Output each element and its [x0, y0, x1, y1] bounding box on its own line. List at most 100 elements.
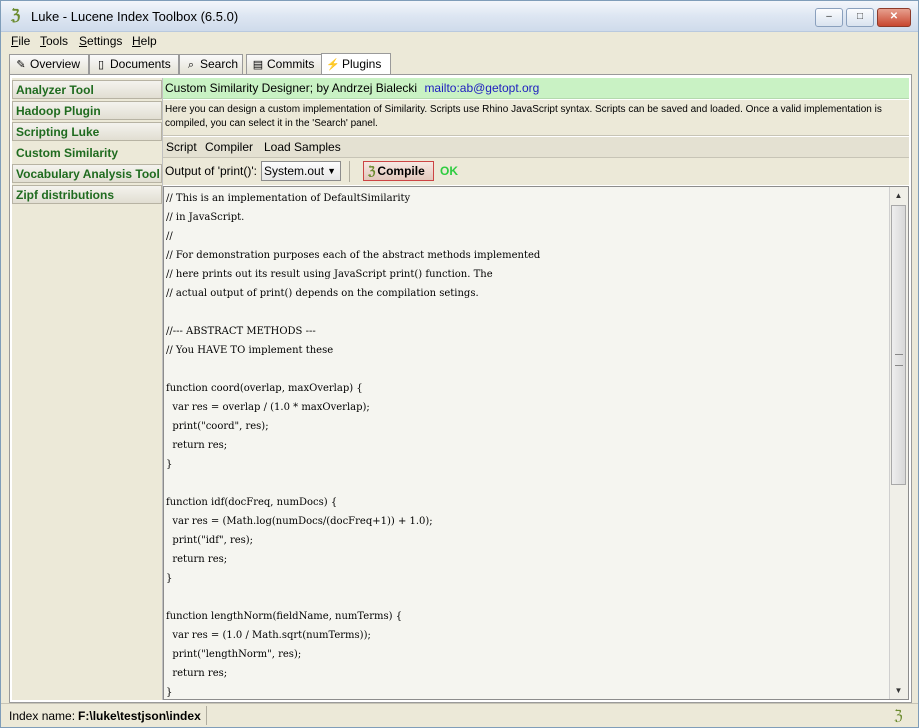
- plugins-icon: ⚡: [326, 59, 340, 71]
- code-line: // here prints out its result using Java…: [166, 269, 493, 280]
- code-line: function lengthNorm(fieldName, numTerms)…: [166, 611, 403, 622]
- plugin-description: Here you can design a custom implementat…: [163, 100, 909, 136]
- title-bar: ℨ Luke - Lucene Index Toolbox (6.5.0) – …: [1, 1, 918, 32]
- overview-icon: ✎: [16, 59, 26, 71]
- code-line: print("coord", res);: [166, 421, 269, 432]
- code-line: //: [166, 231, 173, 242]
- vertical-scrollbar[interactable]: ▲ ▼: [889, 187, 908, 699]
- plugin-subtabs: Script Compiler Load Samples: [163, 137, 909, 158]
- tab-search[interactable]: ⌕ Search: [179, 54, 243, 74]
- status-separator: [206, 706, 207, 725]
- subtab-script[interactable]: Script: [166, 137, 197, 157]
- status-bar: Index name: F:\luke\testjson\index ℨ: [1, 703, 918, 727]
- index-name-value: F:\luke\testjson\index: [78, 709, 201, 723]
- tab-search-label: Search: [200, 57, 239, 71]
- scroll-down-icon[interactable]: ▼: [891, 683, 906, 698]
- compile-status: OK: [440, 164, 458, 178]
- sidebar-item-analyzer-tool[interactable]: Analyzer Tool: [12, 80, 162, 99]
- menu-settings[interactable]: Settings: [79, 34, 122, 48]
- plugin-sidebar: Analyzer Tool Hadoop Plugin Scripting Lu…: [12, 78, 163, 700]
- code-line: }: [166, 687, 173, 698]
- compile-button-label: Compile: [377, 164, 425, 178]
- commits-icon: ▤: [252, 59, 264, 71]
- index-name-status: Index name: F:\luke\testjson\index: [9, 709, 201, 723]
- luke-app-icon: ℨ: [11, 7, 21, 24]
- compile-toolbar: Output of 'print()': System.out ▼ ℨ Compi…: [163, 158, 909, 185]
- menu-help[interactable]: Help: [132, 34, 157, 48]
- menu-file-rest: ile: [18, 34, 31, 48]
- app-window: ℨ Luke - Lucene Index Toolbox (6.5.0) – …: [0, 0, 919, 728]
- code-line: //--- ABSTRACT METHODS ---: [166, 326, 316, 337]
- sidebar-item-custom-similarity[interactable]: Custom Similarity: [12, 143, 162, 162]
- menu-settings-rest: ettings: [87, 34, 123, 48]
- code-line: print("idf", res);: [166, 535, 254, 546]
- code-line: // in JavaScript.: [166, 212, 245, 223]
- sidebar-item-vocabulary-analysis-tool[interactable]: Vocabulary Analysis Tool: [12, 164, 162, 183]
- code-line: var res = overlap / (1.0 * maxOverlap);: [166, 402, 370, 413]
- plugins-panel: Analyzer Tool Hadoop Plugin Scripting Lu…: [9, 74, 912, 703]
- tab-overview-label: Overview: [30, 57, 81, 71]
- code-line: // actual output of print() depends on t…: [166, 288, 479, 299]
- tab-commits[interactable]: ▤ Commits: [246, 54, 322, 74]
- sidebar-item-zipf-distributions[interactable]: Zipf distributions: [12, 185, 162, 204]
- menu-tools[interactable]: Tools: [40, 34, 68, 48]
- luke-status-icon: ℨ: [894, 707, 903, 723]
- plugin-main: Custom Similarity Designer; by Andrzej B…: [163, 78, 909, 700]
- chevron-down-icon: ▼: [327, 166, 336, 176]
- menu-help-mnemonic: H: [132, 34, 141, 48]
- code-line: print("lengthNorm", res);: [166, 649, 302, 660]
- code-line: // This is an implementation of DefaultS…: [166, 193, 411, 204]
- index-name-label: Index name:: [9, 709, 76, 723]
- menu-file[interactable]: File: [11, 34, 30, 48]
- output-label: Output of 'print()':: [165, 164, 257, 178]
- code-line: function coord(overlap, maxOverlap) {: [166, 383, 363, 394]
- plugin-header: Custom Similarity Designer; by Andrzej B…: [163, 78, 909, 99]
- code-line: var res = (1.0 / Math.sqrt(numTerms));: [166, 630, 371, 641]
- tab-overview[interactable]: ✎ Overview: [9, 54, 89, 74]
- subtab-compiler[interactable]: Compiler: [205, 137, 253, 157]
- scroll-up-icon[interactable]: ▲: [891, 188, 906, 203]
- search-icon: ⌕: [187, 59, 195, 71]
- sidebar-item-scripting-luke[interactable]: Scripting Luke: [12, 122, 162, 141]
- author-mail-link[interactable]: mailto:ab@getopt.org: [424, 81, 539, 95]
- maximize-button[interactable]: □: [846, 8, 874, 27]
- script-text[interactable]: // This is an implementation of DefaultS…: [166, 189, 886, 699]
- compile-icon: ℨ: [368, 164, 376, 178]
- close-button[interactable]: ✕: [877, 8, 911, 27]
- script-editor[interactable]: // This is an implementation of DefaultS…: [163, 186, 909, 700]
- sidebar-item-hadoop-plugin[interactable]: Hadoop Plugin: [12, 101, 162, 120]
- scroll-thumb[interactable]: [891, 205, 906, 485]
- menu-settings-mnemonic: S: [79, 34, 88, 48]
- code-line: return res;: [166, 440, 228, 451]
- minimize-button[interactable]: –: [815, 8, 843, 27]
- documents-icon: ▯: [97, 59, 105, 71]
- grip-icon: [895, 354, 903, 366]
- menu-help-rest: elp: [140, 34, 157, 48]
- tab-documents-label: Documents: [110, 57, 171, 71]
- window-title: Luke - Lucene Index Toolbox (6.5.0): [31, 9, 239, 24]
- tab-documents[interactable]: ▯ Documents: [89, 54, 179, 74]
- code-line: }: [166, 573, 173, 584]
- tab-commits-label: Commits: [267, 57, 315, 71]
- tab-plugins-label: Plugins: [342, 57, 382, 71]
- plugin-title: Custom Similarity Designer; by Andrzej B…: [165, 81, 418, 95]
- toolbar-separator: [349, 161, 350, 182]
- tab-plugins[interactable]: ⚡ Plugins: [321, 53, 391, 75]
- subtab-load-samples[interactable]: Load Samples: [264, 137, 341, 157]
- compile-button[interactable]: ℨ Compile: [363, 161, 434, 181]
- code-line: return res;: [166, 668, 228, 679]
- code-line: return res;: [166, 554, 228, 565]
- code-line: var res = (Math.log(numDocs/(docFreq+1))…: [166, 516, 433, 527]
- code-line: function idf(docFreq, numDocs) {: [166, 497, 338, 508]
- output-select-value: System.out: [264, 164, 325, 178]
- output-select[interactable]: System.out ▼: [261, 161, 341, 181]
- menu-tools-rest: ools: [46, 34, 69, 48]
- code-line: // You HAVE TO implement these: [166, 345, 334, 356]
- code-line: }: [166, 459, 173, 470]
- menu-bar: File Tools Settings Help: [1, 31, 918, 51]
- code-line: // For demonstration purposes each of th…: [166, 250, 541, 261]
